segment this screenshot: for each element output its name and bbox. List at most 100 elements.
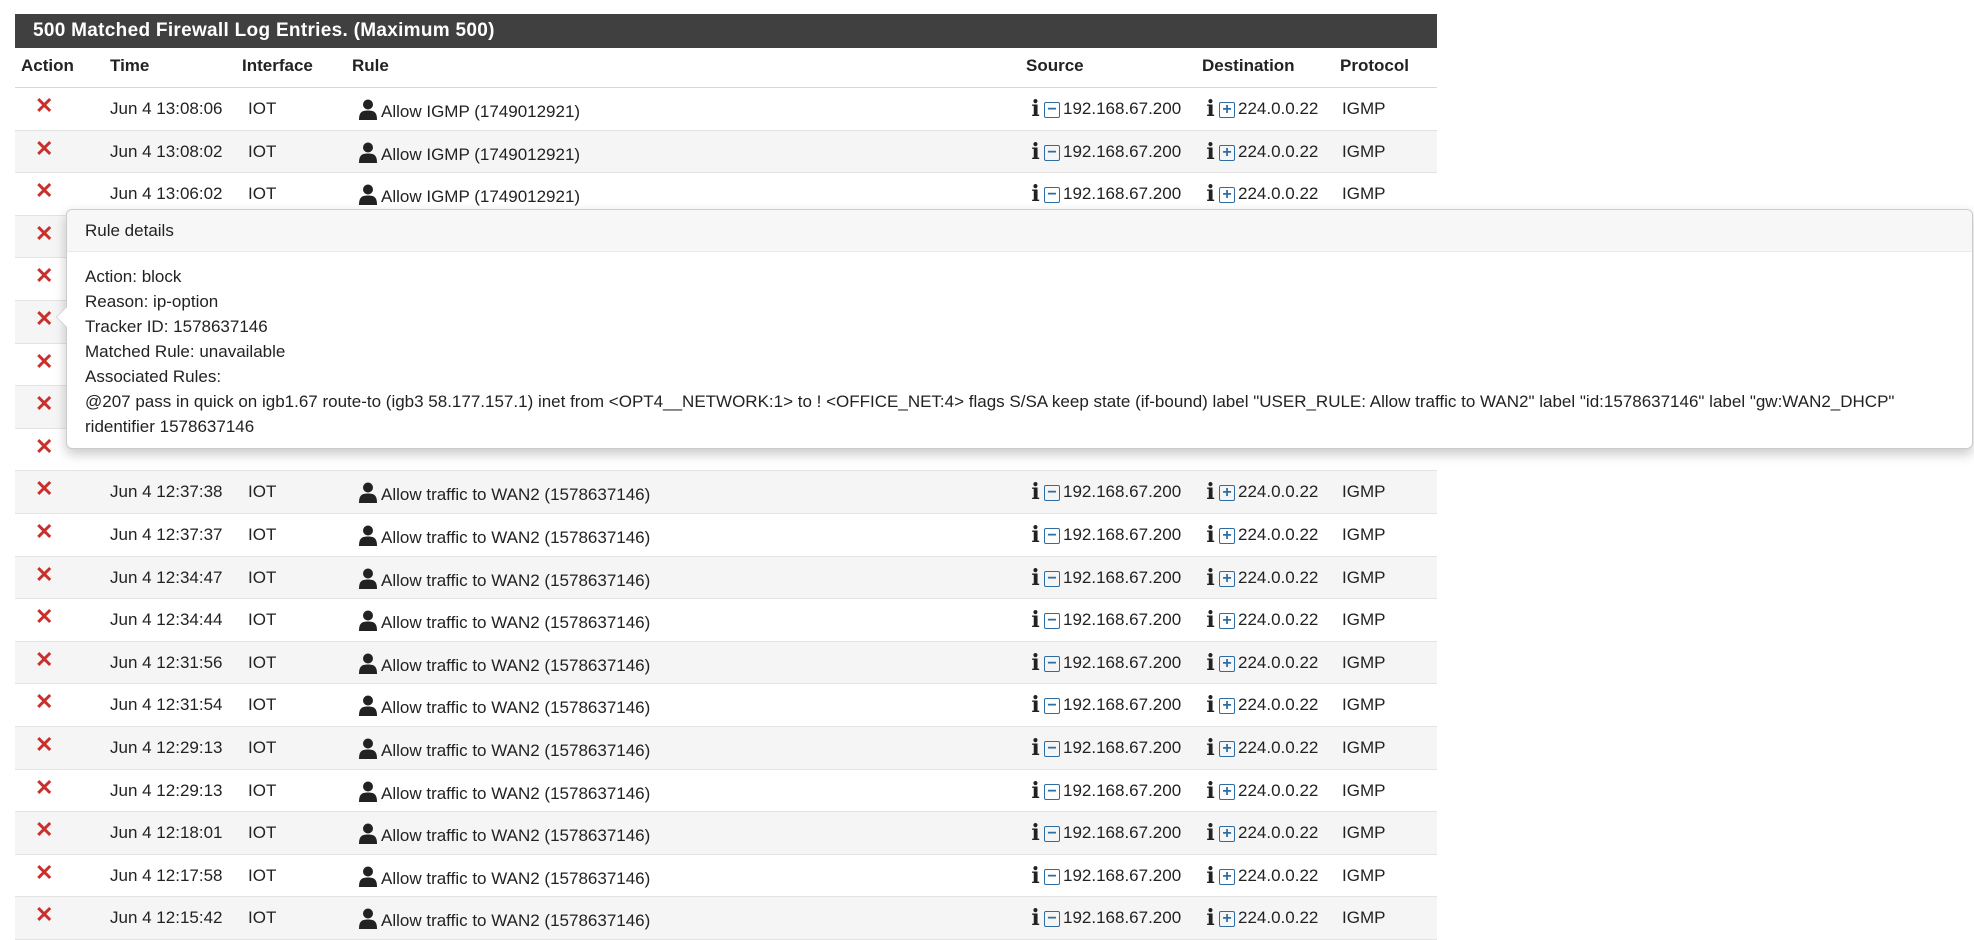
info-icon[interactable]: i xyxy=(1205,183,1216,205)
block-x-icon[interactable]: ✕ xyxy=(35,563,53,585)
minus-box-icon[interactable]: − xyxy=(1044,698,1060,715)
info-icon[interactable]: i xyxy=(1030,481,1041,503)
plus-box-icon[interactable]: + xyxy=(1219,783,1235,800)
info-icon[interactable]: i xyxy=(1205,737,1216,759)
minus-box-icon[interactable]: − xyxy=(1044,144,1060,161)
log-destination-ip[interactable]: 224.0.0.22 xyxy=(1238,99,1318,118)
block-x-icon[interactable]: ✕ xyxy=(35,393,53,415)
plus-box-icon[interactable]: + xyxy=(1219,187,1235,204)
log-source-ip[interactable]: 192.168.67.200 xyxy=(1063,142,1181,161)
log-destination-ip[interactable]: 224.0.0.22 xyxy=(1238,482,1318,501)
log-destination-ip[interactable]: 224.0.0.22 xyxy=(1238,142,1318,161)
info-icon[interactable]: i xyxy=(1205,609,1216,631)
log-destination-ip[interactable]: 224.0.0.22 xyxy=(1238,525,1318,544)
info-icon[interactable]: i xyxy=(1030,652,1041,674)
log-rule[interactable]: Allow traffic to WAN2 (1578637146) xyxy=(358,695,650,718)
log-source-ip[interactable]: 192.168.67.200 xyxy=(1063,568,1181,587)
info-icon[interactable]: i xyxy=(1205,780,1216,802)
info-icon[interactable]: i xyxy=(1030,609,1041,631)
plus-box-icon[interactable]: + xyxy=(1219,485,1235,502)
info-icon[interactable]: i xyxy=(1030,822,1041,844)
log-source-ip[interactable]: 192.168.67.200 xyxy=(1063,908,1181,927)
block-x-icon[interactable]: ✕ xyxy=(35,904,53,926)
log-source-ip[interactable]: 192.168.67.200 xyxy=(1063,99,1181,118)
block-x-icon[interactable]: ✕ xyxy=(35,520,53,542)
info-icon[interactable]: i xyxy=(1205,652,1216,674)
block-x-icon[interactable]: ✕ xyxy=(35,137,53,159)
block-x-icon[interactable]: ✕ xyxy=(35,265,53,287)
minus-box-icon[interactable]: − xyxy=(1044,826,1060,843)
minus-box-icon[interactable]: − xyxy=(1044,527,1060,544)
minus-box-icon[interactable]: − xyxy=(1044,911,1060,928)
info-icon[interactable]: i xyxy=(1030,98,1041,120)
log-rule[interactable]: Allow traffic to WAN2 (1578637146) xyxy=(358,781,650,804)
block-x-icon[interactable]: ✕ xyxy=(35,350,53,372)
log-rule[interactable]: Allow IGMP (1749012921) xyxy=(358,184,580,207)
minus-box-icon[interactable]: − xyxy=(1044,570,1060,587)
minus-box-icon[interactable]: − xyxy=(1044,102,1060,118)
minus-box-icon[interactable]: − xyxy=(1044,740,1060,757)
log-destination-ip[interactable]: 224.0.0.22 xyxy=(1238,738,1318,757)
block-x-icon[interactable]: ✕ xyxy=(35,648,53,670)
minus-box-icon[interactable]: − xyxy=(1044,187,1060,204)
log-destination-ip[interactable]: 224.0.0.22 xyxy=(1238,781,1318,800)
block-x-icon[interactable]: ✕ xyxy=(35,180,53,202)
block-x-icon[interactable]: ✕ xyxy=(35,733,53,755)
info-icon[interactable]: i xyxy=(1205,865,1216,887)
info-icon[interactable]: i xyxy=(1205,694,1216,716)
log-source-ip[interactable]: 192.168.67.200 xyxy=(1063,610,1181,629)
log-destination-ip[interactable]: 224.0.0.22 xyxy=(1238,695,1318,714)
block-x-icon[interactable]: ✕ xyxy=(35,691,53,713)
log-destination-ip[interactable]: 224.0.0.22 xyxy=(1238,908,1318,927)
log-rule[interactable]: Allow traffic to WAN2 (1578637146) xyxy=(358,866,650,889)
log-destination-ip[interactable]: 224.0.0.22 xyxy=(1238,568,1318,587)
log-rule[interactable]: Allow traffic to WAN2 (1578637146) xyxy=(358,823,650,846)
plus-box-icon[interactable]: + xyxy=(1219,740,1235,757)
log-source-ip[interactable]: 192.168.67.200 xyxy=(1063,653,1181,672)
plus-box-icon[interactable]: + xyxy=(1219,527,1235,544)
info-icon[interactable]: i xyxy=(1030,694,1041,716)
log-destination-ip[interactable]: 224.0.0.22 xyxy=(1238,823,1318,842)
plus-box-icon[interactable]: + xyxy=(1219,655,1235,672)
block-x-icon[interactable]: ✕ xyxy=(35,606,53,628)
log-destination-ip[interactable]: 224.0.0.22 xyxy=(1238,866,1318,885)
log-source-ip[interactable]: 192.168.67.200 xyxy=(1063,525,1181,544)
plus-box-icon[interactable]: + xyxy=(1219,698,1235,715)
minus-box-icon[interactable]: − xyxy=(1044,613,1060,630)
plus-box-icon[interactable]: + xyxy=(1219,144,1235,161)
plus-box-icon[interactable]: + xyxy=(1219,570,1235,587)
log-rule[interactable]: Allow IGMP (1749012921) xyxy=(358,142,580,165)
log-destination-ip[interactable]: 224.0.0.22 xyxy=(1238,610,1318,629)
log-source-ip[interactable]: 192.168.67.200 xyxy=(1063,781,1181,800)
info-icon[interactable]: i xyxy=(1205,481,1216,503)
log-rule[interactable]: Allow IGMP (1749012921) xyxy=(358,99,580,122)
block-x-icon[interactable]: ✕ xyxy=(35,435,53,457)
block-x-icon[interactable]: ✕ xyxy=(35,222,53,244)
info-icon[interactable]: i xyxy=(1030,524,1041,546)
info-icon[interactable]: i xyxy=(1205,822,1216,844)
log-source-ip[interactable]: 192.168.67.200 xyxy=(1063,482,1181,501)
log-rule[interactable]: Allow traffic to WAN2 (1578637146) xyxy=(358,653,650,676)
log-rule[interactable]: Allow traffic to WAN2 (1578637146) xyxy=(358,482,650,505)
log-source-ip[interactable]: 192.168.67.200 xyxy=(1063,695,1181,714)
log-source-ip[interactable]: 192.168.67.200 xyxy=(1063,738,1181,757)
minus-box-icon[interactable]: − xyxy=(1044,783,1060,800)
block-x-icon[interactable]: ✕ xyxy=(35,478,53,500)
info-icon[interactable]: i xyxy=(1030,780,1041,802)
info-icon[interactable]: i xyxy=(1030,141,1041,163)
block-x-icon[interactable]: ✕ xyxy=(35,861,53,883)
info-icon[interactable]: i xyxy=(1205,567,1216,589)
info-icon[interactable]: i xyxy=(1205,141,1216,163)
info-icon[interactable]: i xyxy=(1030,737,1041,759)
log-rule[interactable]: Allow traffic to WAN2 (1578637146) xyxy=(358,568,650,591)
log-rule[interactable]: Allow traffic to WAN2 (1578637146) xyxy=(358,610,650,633)
minus-box-icon[interactable]: − xyxy=(1044,485,1060,502)
log-rule[interactable]: Allow traffic to WAN2 (1578637146) xyxy=(358,738,650,761)
block-x-icon[interactable]: ✕ xyxy=(35,819,53,841)
plus-box-icon[interactable]: + xyxy=(1219,102,1235,118)
info-icon[interactable]: i xyxy=(1030,183,1041,205)
info-icon[interactable]: i xyxy=(1205,524,1216,546)
log-destination-ip[interactable]: 224.0.0.22 xyxy=(1238,184,1318,203)
log-source-ip[interactable]: 192.168.67.200 xyxy=(1063,866,1181,885)
plus-box-icon[interactable]: + xyxy=(1219,911,1235,928)
